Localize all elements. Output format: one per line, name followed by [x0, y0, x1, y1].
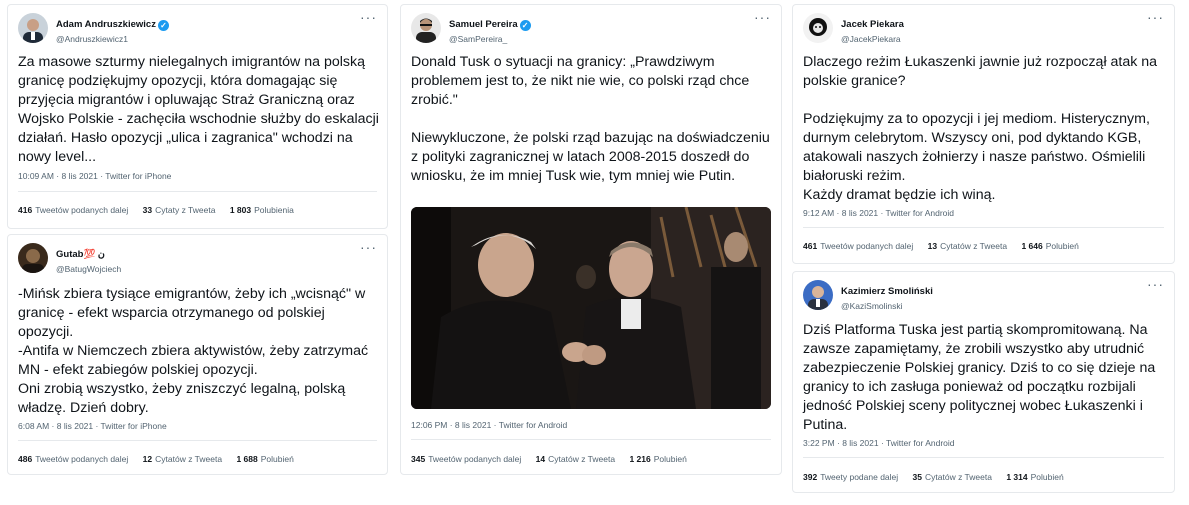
- avatar[interactable]: [803, 13, 833, 43]
- tweet-header: Adam Andruszkiewicz ✓ @Andruszkiewicz1 ··…: [18, 9, 377, 47]
- author-handle[interactable]: @BatugWojciech: [56, 264, 121, 274]
- tweet-text: Dlaczego reżim Łukaszenki jawnie już roz…: [803, 54, 1158, 203]
- tweet-stats: 345 Tweetów podanych dalej 14 Cytatów z Tw…: [411, 454, 699, 464]
- avatar[interactable]: [18, 243, 48, 273]
- retweets-stat[interactable]: 461 Tweetów podanych dalej: [803, 241, 913, 251]
- tweet-text: Donald Tusk o sytuacji na granicy: „Praw…: [411, 54, 770, 184]
- retweets-stat[interactable]: 392 Tweety podane dalej: [803, 472, 898, 482]
- retweets-stat[interactable]: 416 Tweetów podanych dalej: [18, 205, 128, 215]
- tweet-photo[interactable]: [411, 207, 771, 409]
- avatar[interactable]: [18, 13, 48, 43]
- author-name[interactable]: Jacek Piekara: [841, 19, 904, 30]
- tweet-header: Kazimierz Smoliński @KaziSmolinski ···: [803, 276, 1164, 314]
- quotes-stat[interactable]: 12 Cytatów z Tweeta: [143, 454, 222, 464]
- more-options-icon[interactable]: ···: [360, 239, 377, 255]
- author-handle[interactable]: @KaziSmolinski: [841, 301, 933, 311]
- quotes-stat[interactable]: 35 Cytatów z Tweeta: [913, 472, 992, 482]
- author-name[interactable]: Gutab💯 ن: [56, 249, 105, 260]
- retweets-stat[interactable]: 345 Tweetów podanych dalej: [411, 454, 521, 464]
- more-options-icon[interactable]: ···: [1147, 9, 1164, 25]
- divider: [803, 457, 1164, 458]
- verified-badge-icon: ✓: [157, 20, 169, 31]
- author-name[interactable]: Samuel Pereira: [449, 19, 518, 30]
- tweet-timestamp[interactable]: 10:09 AM · 8 lis 2021 · Twitter for iPho…: [18, 171, 171, 181]
- more-options-icon[interactable]: ···: [360, 9, 377, 25]
- tweet-card-gutab[interactable]: Gutab💯 ن @BatugWojciech ··· -Mińsk zbier…: [7, 234, 388, 475]
- tweet-card-piekara[interactable]: Jacek Piekara @JacekPiekara ··· Dlaczego…: [792, 4, 1175, 264]
- tweet-timestamp[interactable]: 9:12 AM · 8 lis 2021 · Twitter for Andro…: [803, 208, 954, 218]
- divider: [411, 439, 771, 440]
- divider: [803, 227, 1164, 228]
- tweet-timestamp[interactable]: 3:22 PM · 8 lis 2021 · Twitter for Andro…: [803, 438, 955, 448]
- likes-stat[interactable]: 1 688 Polubień: [236, 454, 293, 464]
- tweet-stats: 461 Tweetów podanych dalej 13 Cytatów z Tw…: [803, 241, 1091, 251]
- tweet-text: -Mińsk zbiera tysiące emigrantów, żeby i…: [18, 286, 369, 416]
- tweet-text: Za masowe szturmy nielegalnych imigrantó…: [18, 54, 383, 165]
- avatar[interactable]: [411, 13, 441, 43]
- quotes-stat[interactable]: 14 Cytatów z Tweeta: [536, 454, 615, 464]
- tweet-timestamp[interactable]: 6:08 AM · 8 lis 2021 · Twitter for iPhon…: [18, 421, 167, 431]
- likes-stat[interactable]: 1 216 Polubień: [629, 454, 686, 464]
- avatar[interactable]: [803, 280, 833, 310]
- tweet-card-pereira[interactable]: Samuel Pereira ✓ @SamPereira_ ··· Donald …: [400, 4, 782, 475]
- likes-stat[interactable]: 1 803 Polubienia: [230, 205, 294, 215]
- verified-badge-icon: ✓: [519, 20, 531, 31]
- author-name[interactable]: Adam Andruszkiewicz: [56, 19, 156, 30]
- tweet-text: Dziś Platforma Tuska jest partią skompro…: [803, 322, 1160, 433]
- divider: [18, 191, 377, 192]
- more-options-icon[interactable]: ···: [754, 9, 771, 25]
- divider: [18, 440, 377, 441]
- likes-stat[interactable]: 1 314 Polubień: [1006, 472, 1063, 482]
- tweet-card-smolinski[interactable]: Kazimierz Smoliński @KaziSmolinski ··· D…: [792, 271, 1175, 493]
- tweet-timestamp[interactable]: 12:06 PM · 8 lis 2021 · Twitter for Andr…: [411, 420, 567, 430]
- more-options-icon[interactable]: ···: [1147, 276, 1164, 292]
- author-handle[interactable]: @JacekPiekara: [841, 34, 904, 44]
- tweet-header: Gutab💯 ن @BatugWojciech ···: [18, 239, 377, 277]
- tweet-stats: 486 Tweetów podanych dalej 12 Cytatów z Tw…: [18, 454, 306, 464]
- quotes-stat[interactable]: 13 Cytatów z Tweeta: [928, 241, 1007, 251]
- likes-stat[interactable]: 1 646 Polubień: [1021, 241, 1078, 251]
- quotes-stat[interactable]: 33 Cytaty z Tweeta: [143, 205, 216, 215]
- author-name[interactable]: Kazimierz Smoliński: [841, 286, 933, 297]
- tweet-header: Samuel Pereira ✓ @SamPereira_ ···: [411, 9, 771, 47]
- tweet-card-andruszkiewicz[interactable]: Adam Andruszkiewicz ✓ @Andruszkiewicz1 ··…: [7, 4, 388, 229]
- author-handle[interactable]: @SamPereira_: [449, 34, 531, 44]
- tweet-stats: 392 Tweety podane dalej 35 Cytatów z Tweet…: [803, 472, 1076, 482]
- tweet-stats: 416 Tweetów podanych dalej 33 Cytaty z Twe…: [18, 205, 306, 215]
- tweet-header: Jacek Piekara @JacekPiekara ···: [803, 9, 1164, 47]
- retweets-stat[interactable]: 486 Tweetów podanych dalej: [18, 454, 128, 464]
- author-handle[interactable]: @Andruszkiewicz1: [56, 34, 169, 44]
